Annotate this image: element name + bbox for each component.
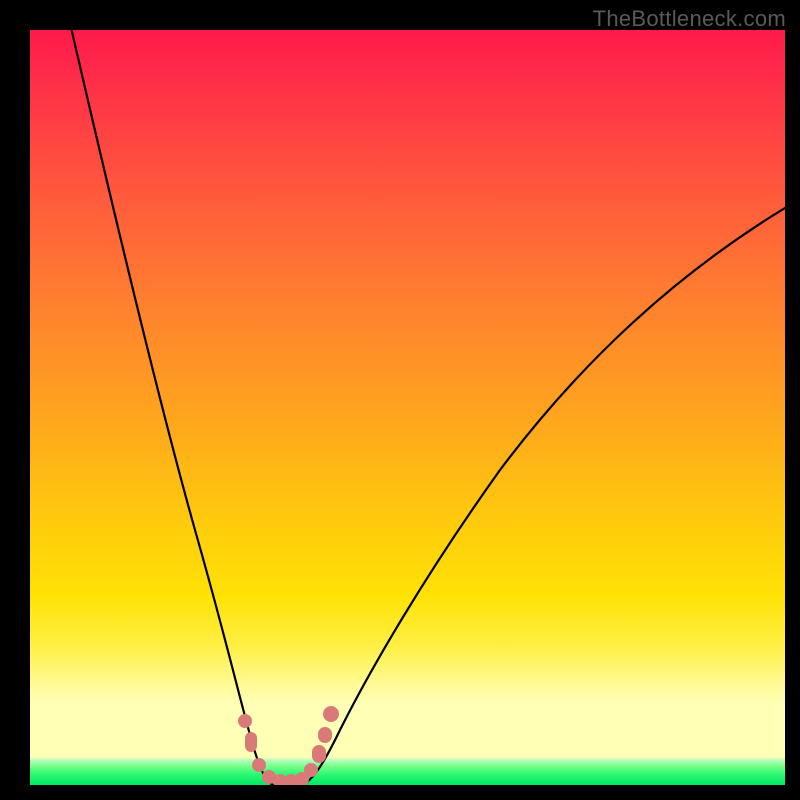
marker-point [323, 706, 339, 722]
marker-point [252, 758, 266, 772]
watermark-text: TheBottleneck.com [593, 6, 786, 32]
marker-point [238, 714, 252, 728]
marker-point [312, 745, 326, 763]
marker-point [318, 727, 332, 743]
chart-frame: TheBottleneck.com [0, 0, 800, 800]
curve-right-branch [302, 205, 785, 785]
marker-point [304, 763, 318, 777]
curve-left-branch [67, 30, 273, 785]
bottleneck-curve [30, 30, 785, 785]
plot-area [30, 30, 785, 785]
marker-point [245, 732, 257, 752]
